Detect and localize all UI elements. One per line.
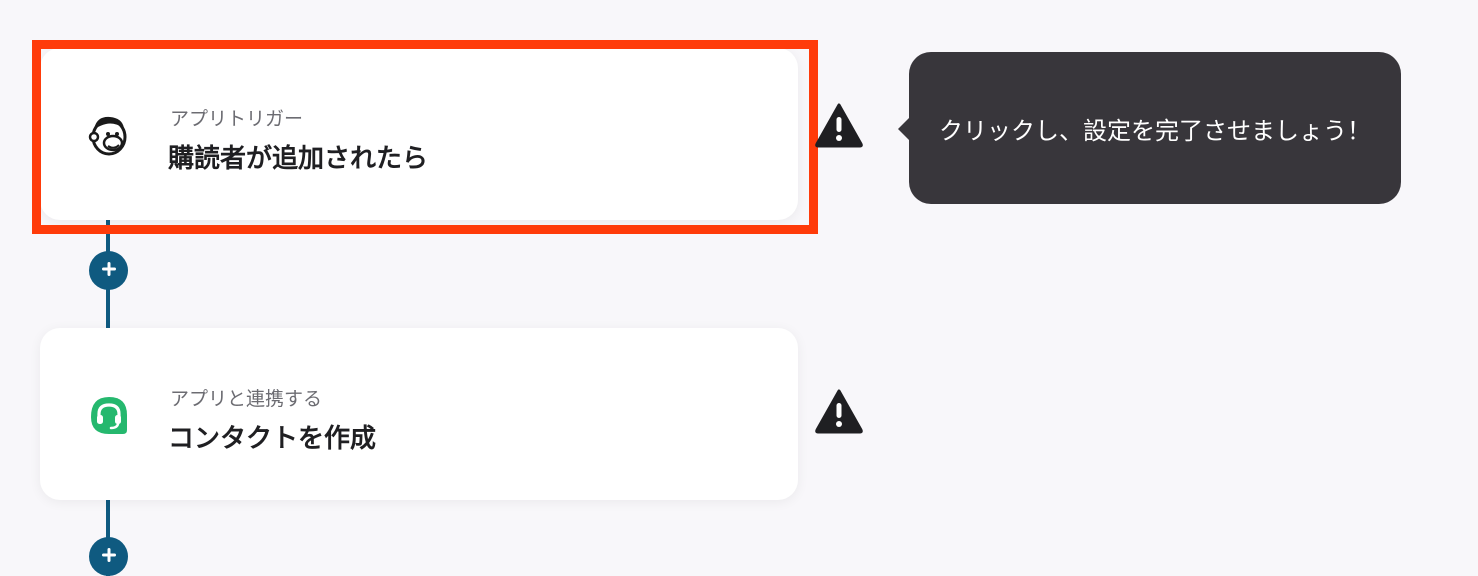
tooltip-text: クリックし、設定を完了させましょう！ xyxy=(939,116,1371,145)
add-step-button[interactable] xyxy=(89,537,128,576)
plus-icon xyxy=(100,546,118,568)
step-card-action[interactable]: アプリと連携する コンタクトを作成 xyxy=(40,328,798,500)
warning-icon xyxy=(814,102,864,148)
step-title: コンタクトを作成 xyxy=(168,424,377,454)
warning-icon xyxy=(814,388,864,434)
freshdesk-icon xyxy=(91,390,170,440)
step-card-trigger[interactable]: アプリトリガー 購読者が追加されたら xyxy=(40,48,798,220)
step-subtitle: アプリトリガー xyxy=(170,108,304,130)
plus-icon xyxy=(100,260,118,282)
step-title: 購読者が追加されたら xyxy=(168,144,429,174)
step-subtitle: アプリと連携する xyxy=(170,388,323,410)
mailchimp-icon xyxy=(88,110,170,160)
add-step-button[interactable] xyxy=(89,251,128,290)
tooltip: クリックし、設定を完了させましょう！ xyxy=(909,52,1401,204)
